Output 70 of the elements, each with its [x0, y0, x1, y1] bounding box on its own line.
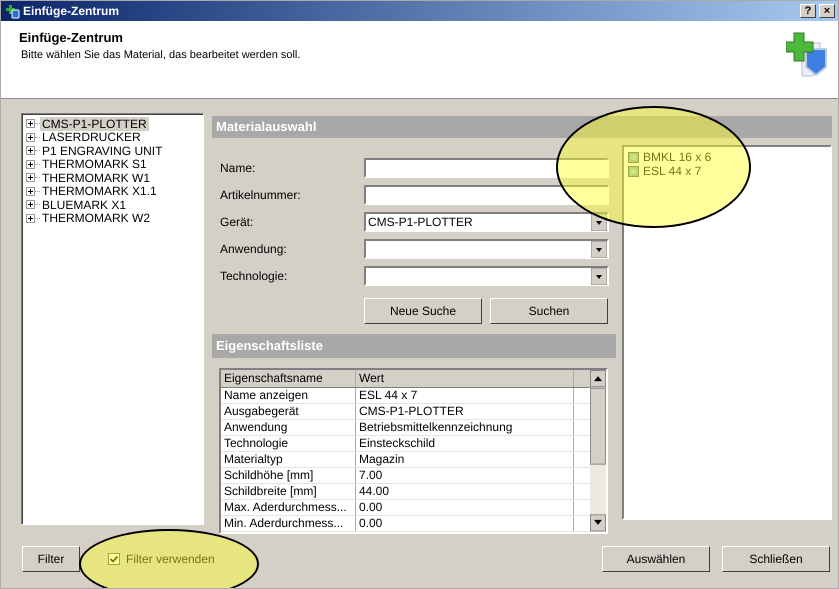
input-field[interactable] [364, 158, 609, 178]
expand-icon[interactable] [26, 146, 35, 156]
table-cell: Min. Aderdurchmess... [221, 516, 356, 531]
tree-item[interactable]: THERMOMARK S1 [40, 157, 149, 172]
table-cell: 44.00 [356, 484, 574, 499]
new-search-button[interactable]: Neue Suche [364, 298, 482, 324]
expand-icon[interactable] [26, 160, 35, 169]
expand-icon[interactable] [26, 200, 35, 210]
table-cell: ESL 44 x 7 [356, 388, 574, 403]
scrollbar[interactable] [590, 370, 606, 532]
dropdown-arrow-icon [591, 240, 607, 258]
table-cell: Schildbreite [mm] [221, 484, 356, 499]
column-header[interactable]: Wert [356, 370, 574, 387]
window-title: Einfüge-Zentrum [23, 4, 119, 18]
table-cell: Name anzeigen [221, 388, 356, 403]
help-button[interactable]: ? [800, 4, 816, 18]
table-cell: Anwendung [221, 420, 356, 435]
search-button[interactable]: Suchen [490, 298, 608, 324]
dropdown-field[interactable]: CMS-P1-PLOTTER [364, 212, 609, 232]
dropdown-field[interactable] [364, 239, 609, 259]
field-label: Name: [220, 161, 256, 175]
tree-item[interactable]: CMS-P1-PLOTTER [40, 116, 149, 131]
expand-icon[interactable] [26, 119, 35, 128]
checkbox[interactable] [108, 553, 120, 565]
table-cell: Betriebsmittelkennzeichnung [356, 420, 574, 435]
section-header: Eigenschaftsliste [212, 334, 616, 358]
table-cell: Materialtyp [221, 452, 356, 467]
table-cell: Ausgabegerät [221, 404, 356, 419]
table-cell: 7.00 [356, 468, 574, 483]
filter-button[interactable]: Filter [22, 546, 80, 572]
tree-item[interactable]: THERMOMARK X1.1 [40, 184, 159, 198]
dropdown-arrow-icon [591, 214, 607, 230]
header-subtitle: Bitte wählen Sie das Material, das bearbeitet werden soll. [21, 49, 302, 61]
checkbox-label: Filter verwenden [126, 552, 215, 566]
expand-icon[interactable] [26, 173, 35, 182]
tree-item[interactable]: THERMOMARK W2 [40, 211, 152, 226]
tree-item[interactable]: LASERDRUCKER [40, 130, 143, 144]
dropdown-arrow-icon [591, 268, 607, 284]
input-field[interactable] [364, 185, 609, 205]
field-label: Gerät: [220, 215, 254, 229]
app-icon [4, 3, 20, 19]
table-cell: Magazin [356, 452, 574, 467]
expand-icon[interactable] [26, 132, 35, 142]
tree-item[interactable]: THERMOMARK W1 [40, 170, 152, 185]
close-dialog-button[interactable]: Schließen [722, 546, 830, 572]
table-cell: Max. Aderdurchmess... [221, 500, 356, 515]
table-cell: Schildhöhe [mm] [221, 468, 356, 483]
dropdown-field[interactable] [364, 266, 609, 286]
tree-item[interactable]: BLUEMARK X1 [40, 198, 128, 212]
table-cell: CMS-P1-PLOTTER [356, 404, 574, 419]
expand-icon[interactable] [26, 186, 35, 196]
material-icon [628, 152, 639, 162]
field-label: Anwendung: [220, 242, 288, 256]
result-item[interactable]: ESL 44 x 7 [643, 164, 702, 178]
material-icon [628, 166, 639, 176]
table-cell: 0.00 [356, 516, 574, 531]
close-button[interactable]: × [819, 4, 835, 18]
column-header[interactable]: Eigenschaftsname [221, 370, 356, 387]
select-button[interactable]: Auswählen [602, 546, 710, 572]
field-label: Artikelnummer: [220, 188, 302, 202]
table-cell: Technologie [221, 436, 356, 451]
table-cell: 0.00 [356, 500, 574, 515]
section-header: Materialauswahl [212, 116, 832, 138]
field-label: Technologie: [220, 269, 288, 283]
result-item[interactable]: BMKL 16 x 6 [643, 150, 712, 164]
plus-shield-icon [786, 31, 830, 77]
expand-icon[interactable] [26, 214, 35, 223]
table-cell: Einsteckschild [356, 436, 574, 451]
tree-item[interactable]: P1 ENGRAVING UNIT [40, 144, 164, 158]
header-title: Einfüge-Zentrum [19, 30, 124, 45]
